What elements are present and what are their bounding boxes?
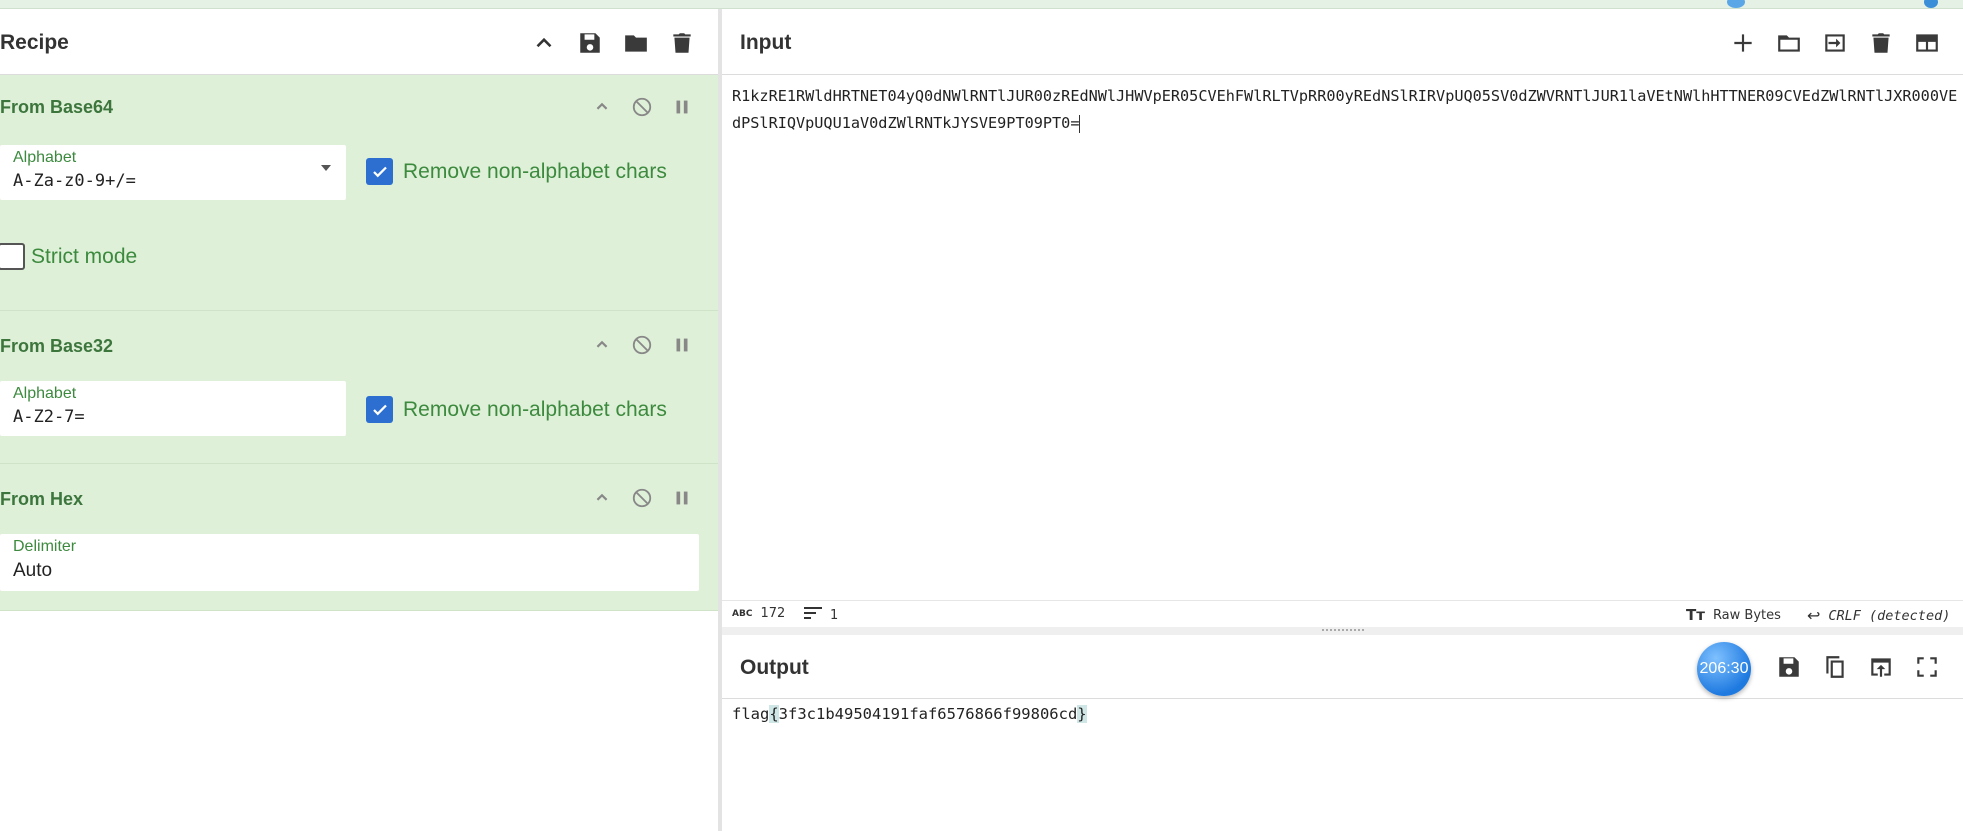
abc-icon: ABC bbox=[732, 608, 753, 619]
operation-from-base64: From Base64 Alphabet A-Za-z0-9+/= Remove… bbox=[0, 75, 718, 311]
disable-icon[interactable] bbox=[630, 486, 654, 510]
remove-non-alphabet-checkbox[interactable]: Remove non-alphabet chars bbox=[366, 158, 667, 185]
disable-icon[interactable] bbox=[630, 95, 654, 119]
input-status-bar: ABC 172 1 Tт Raw Bytes ↩ CRLF (detected) bbox=[722, 600, 1963, 626]
operation-controls bbox=[590, 333, 694, 357]
operation-title: From Hex bbox=[0, 489, 84, 509]
alphabet-field[interactable]: Alphabet A-Z2-7= bbox=[0, 381, 346, 436]
operation-from-hex: From Hex Delimiter Auto bbox=[0, 464, 718, 611]
line-count: 1 bbox=[804, 606, 838, 624]
strict-mode-label: Strict mode bbox=[31, 244, 138, 268]
output-pane: Output 206:30 flag{3f3c1b49504191faf6576… bbox=[722, 635, 1963, 831]
checkbox-unchecked-icon[interactable] bbox=[0, 243, 25, 270]
pause-icon[interactable] bbox=[670, 95, 694, 119]
top-partial-icon bbox=[1727, 0, 1745, 8]
disable-icon[interactable] bbox=[630, 333, 654, 357]
output-title: Output bbox=[740, 656, 809, 679]
recipe-pane: Recipe From Base64 Alphabet A-Za-z0-9+/=… bbox=[0, 9, 720, 831]
save-icon[interactable] bbox=[574, 27, 606, 59]
input-pane: Input R1kzRE1RWldHRTNET04yQ0dNWlRNTlJUR0… bbox=[722, 9, 1963, 629]
output-textarea[interactable]: flag{3f3c1b49504191faf6576866f99806cd} bbox=[732, 705, 1087, 723]
open-brace: { bbox=[769, 705, 779, 723]
top-strip bbox=[0, 0, 1963, 9]
operation-title: From Base64 bbox=[0, 97, 114, 117]
alphabet-value: A-Za-z0-9+/= bbox=[13, 171, 136, 191]
trash-icon[interactable] bbox=[1865, 27, 1897, 59]
alphabet-select[interactable]: Alphabet A-Za-z0-9+/= bbox=[0, 145, 346, 200]
delimiter-label: Delimiter bbox=[13, 538, 77, 555]
operation-title: From Base32 bbox=[0, 336, 114, 356]
pause-icon[interactable] bbox=[670, 333, 694, 357]
operation-controls bbox=[590, 486, 694, 510]
encoding-value: Raw Bytes bbox=[1712, 607, 1781, 623]
bake-timer-badge[interactable]: 206:30 bbox=[1697, 642, 1751, 696]
chevron-up-icon[interactable] bbox=[590, 95, 614, 119]
input-header: Input bbox=[722, 9, 1963, 75]
horizontal-resizer[interactable] bbox=[722, 627, 1963, 635]
copy-icon[interactable] bbox=[1819, 651, 1851, 683]
flag-content: 3f3c1b49504191faf6576866f99806cd bbox=[778, 705, 1078, 723]
recipe-header-actions bbox=[528, 27, 698, 59]
input-header-actions bbox=[1727, 27, 1943, 59]
remove-non-alphabet-label: Remove non-alphabet chars bbox=[403, 159, 667, 183]
pause-icon[interactable] bbox=[670, 486, 694, 510]
recipe-header: Recipe bbox=[0, 9, 720, 75]
flag-prefix: flag bbox=[732, 705, 770, 723]
import-icon[interactable] bbox=[1819, 27, 1851, 59]
checkbox-checked-icon[interactable] bbox=[366, 396, 393, 423]
chevron-up-icon[interactable] bbox=[528, 27, 560, 59]
remove-non-alphabet-checkbox[interactable]: Remove non-alphabet chars bbox=[366, 396, 667, 423]
plus-icon[interactable] bbox=[1727, 27, 1759, 59]
folder-icon[interactable] bbox=[620, 27, 652, 59]
chevron-up-icon[interactable] bbox=[590, 333, 614, 357]
maximize-icon[interactable] bbox=[1911, 651, 1943, 683]
operation-from-base32: From Base32 Alphabet A-Z2-7= Remove non-… bbox=[0, 311, 718, 464]
encoding-selector[interactable]: Tт Raw Bytes bbox=[1686, 606, 1781, 624]
replace-input-icon[interactable] bbox=[1865, 651, 1897, 683]
resize-grip[interactable] bbox=[1322, 629, 1364, 632]
lines-icon bbox=[804, 606, 822, 624]
line-count-value: 1 bbox=[830, 607, 839, 623]
dropdown-caret-icon bbox=[321, 165, 331, 171]
input-text-value: R1kzRE1RWldHRTNET04yQ0dNWlRNTlJUR00zREdN… bbox=[732, 87, 1958, 132]
eol-value: CRLF (detected) bbox=[1828, 607, 1951, 624]
folder-icon[interactable] bbox=[1773, 27, 1805, 59]
text-format-icon: Tт bbox=[1686, 606, 1705, 624]
alphabet-label: Alphabet bbox=[13, 149, 77, 166]
alphabet-label: Alphabet bbox=[13, 385, 77, 402]
alphabet-value: A-Z2-7= bbox=[13, 407, 85, 427]
input-title: Input bbox=[740, 31, 792, 54]
text-cursor bbox=[1079, 114, 1081, 133]
output-header-actions bbox=[1773, 651, 1943, 683]
checkbox-checked-icon[interactable] bbox=[366, 158, 393, 185]
save-icon[interactable] bbox=[1773, 651, 1805, 683]
layout-icon[interactable] bbox=[1911, 27, 1943, 59]
recipe-title: Recipe bbox=[0, 31, 69, 54]
char-count-value: 172 bbox=[760, 606, 786, 621]
top-partial-icon-right bbox=[1924, 0, 1938, 8]
close-brace: } bbox=[1077, 705, 1087, 723]
return-icon: ↩ bbox=[1807, 606, 1821, 625]
operation-controls bbox=[590, 95, 694, 119]
eol-selector[interactable]: ↩ CRLF (detected) bbox=[1807, 606, 1950, 625]
remove-non-alphabet-label: Remove non-alphabet chars bbox=[403, 397, 667, 421]
delimiter-value: Auto bbox=[13, 560, 53, 581]
char-count: ABC 172 bbox=[732, 606, 785, 621]
strict-mode-checkbox[interactable]: Strict mode bbox=[0, 243, 137, 270]
delimiter-field[interactable]: Delimiter Auto bbox=[0, 534, 699, 591]
chevron-up-icon[interactable] bbox=[590, 486, 614, 510]
trash-icon[interactable] bbox=[666, 27, 698, 59]
output-header: Output 206:30 bbox=[722, 635, 1963, 699]
input-textarea[interactable]: R1kzRE1RWldHRTNET04yQ0dNWlRNTlJUR00zREdN… bbox=[732, 83, 1960, 137]
